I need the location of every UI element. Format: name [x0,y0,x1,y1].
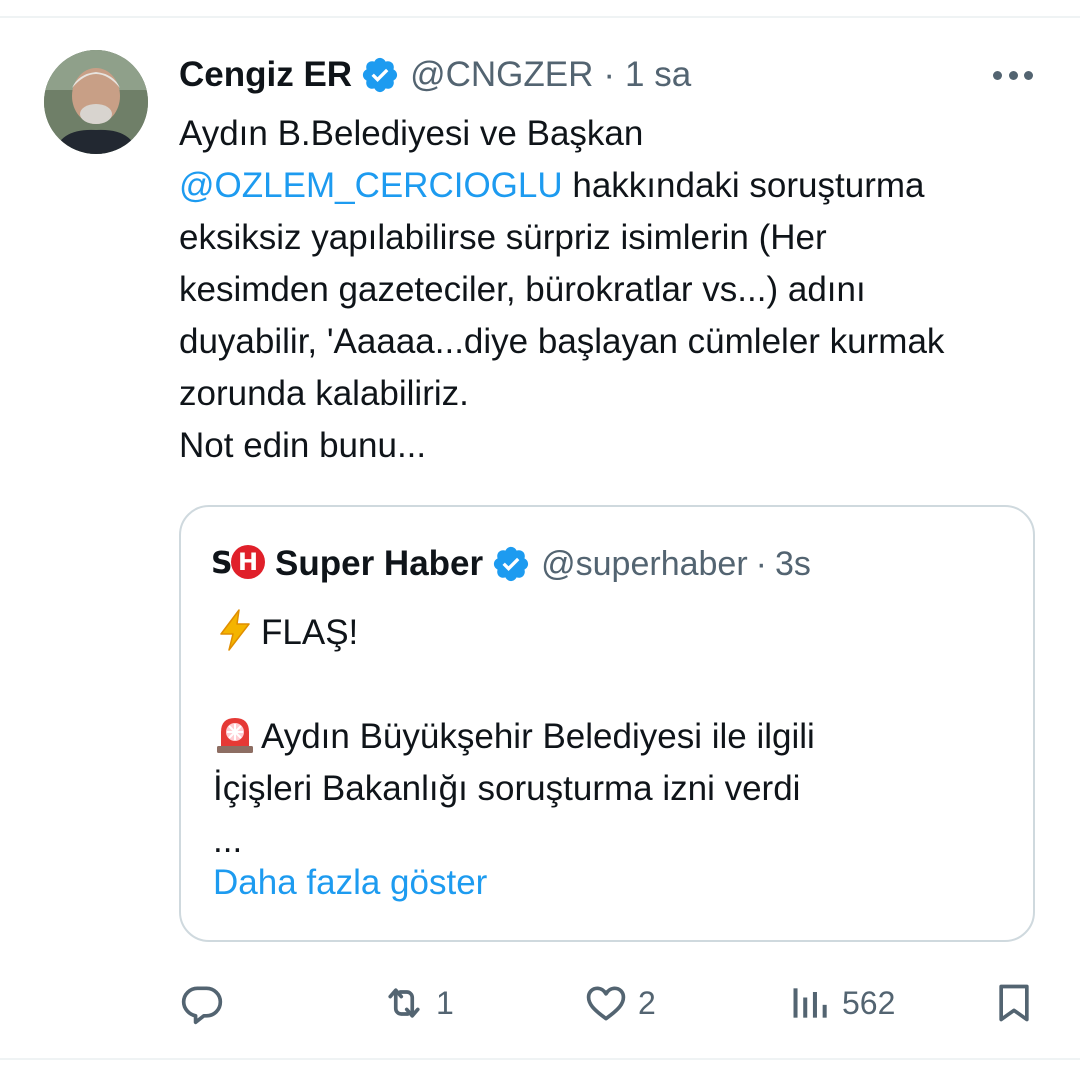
verified-badge-icon [360,55,400,95]
siren-emoji [213,712,257,756]
quoted-ellipsis: ... [213,821,243,860]
quoted-tweet-header: S H Super Haber @superhaber · 3s [211,541,811,587]
tweet-text: Aydın B.Belediyesi ve Başkan @OZLEM_CERC… [179,108,1059,472]
verified-badge-icon [491,544,531,584]
quoted-empty-line [213,659,1013,711]
quoted-line: Aydın Büyükşehir Belediyesi ile ilgili [213,711,1013,763]
retweet-button[interactable]: 1 [382,975,454,1031]
mention-link[interactable]: @OZLEM_CERCIOGLU [179,166,563,205]
views-count: 562 [842,984,896,1021]
bookmark-icon [992,981,1036,1025]
tweet-line: Not edin bunu... [179,426,427,465]
quoted-tweet-time[interactable]: 3s [775,545,811,584]
retweet-icon [382,981,426,1025]
views-icon [788,981,832,1025]
tweet-line: Aydın B.Belediyesi ve Başkan [179,114,644,153]
like-count: 2 [638,984,656,1021]
flash-text: FLAŞ! [261,613,359,652]
tweet-line: @OZLEM_CERCIOGLU hakkındaki soruşturma [179,160,1059,212]
separator-dot: · [755,544,767,583]
like-button[interactable]: 2 [584,975,656,1031]
more-icon[interactable] [993,64,1033,86]
super-haber-logo[interactable]: S H [211,544,265,584]
like-icon [584,981,628,1025]
bottom-divider [0,1058,1080,1060]
quoted-author-handle[interactable]: @superhaber [541,545,748,584]
tweet-line: eksiksiz yapılabilirse sürpriz isimlerin… [179,218,827,257]
logo-letter-h: H [231,545,265,579]
quoted-author-name[interactable]: Super Haber [275,544,483,584]
tweet-line: zorunda kalabiliriz. [179,374,469,413]
tweet-line: duyabilir, 'Aaaaa...diye başlayan cümlel… [179,322,945,361]
bookmark-button[interactable] [992,975,1036,1031]
quoted-tweet-text: FLAŞ! Aydın Büyükşehir Belediyesi ile il… [213,607,1013,867]
logo-letter-s: S [211,546,233,581]
reply-icon [180,981,224,1025]
views-button[interactable]: 562 [788,975,895,1031]
author-handle[interactable]: @CNGZER [410,55,593,95]
author-name[interactable]: Cengiz ER [179,55,352,95]
quoted-line: İçişleri Bakanlığı soruşturma izni verdi [213,769,801,808]
tweet-line: kesimden gazeteciler, bürokratlar vs...)… [179,270,866,309]
top-divider [0,16,1080,18]
show-more-link[interactable]: Daha fazla göster [213,863,487,903]
reply-button[interactable] [180,975,234,1031]
quoted-line: FLAŞ! [213,607,1013,659]
action-bar: 1 2 562 [0,975,1080,1031]
tweet-line-text: hakkındaki soruşturma [562,166,925,205]
avatar[interactable] [44,50,148,154]
lightning-emoji [213,608,257,652]
quoted-tweet[interactable]: S H Super Haber @superhaber · 3s FLAŞ! A… [179,505,1035,942]
retweet-count: 1 [436,984,454,1021]
tweet-header: Cengiz ER @CNGZER · 1 sa [179,52,691,98]
tweet-time[interactable]: 1 sa [625,55,691,95]
separator-dot: · [603,55,616,94]
headline-text: Aydın Büyükşehir Belediyesi ile ilgili [261,717,815,756]
